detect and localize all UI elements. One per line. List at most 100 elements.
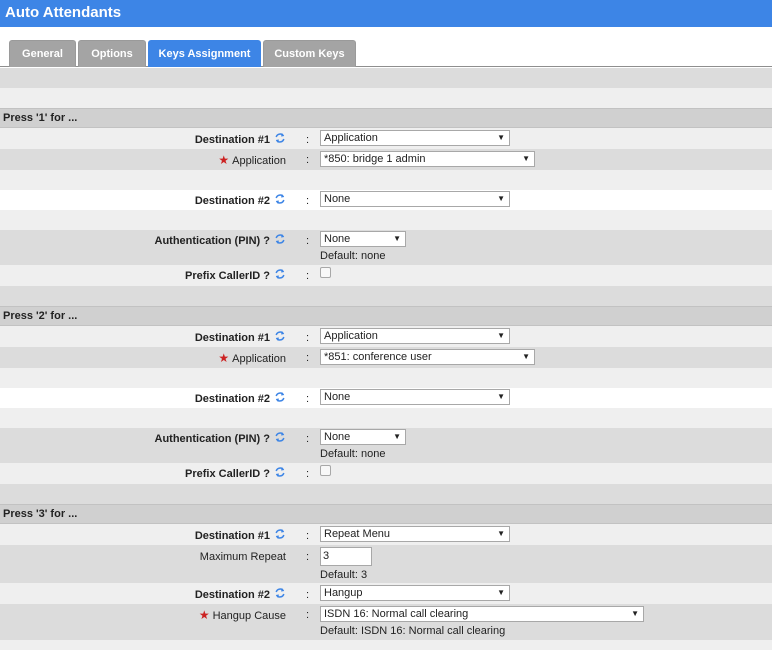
dropdown-arrow-icon: ▼: [497, 194, 505, 203]
destination-2-value: None: [324, 391, 351, 403]
destination-2-label: Destination #2: [195, 586, 286, 604]
prefix-callerid-checkbox[interactable]: [320, 267, 331, 278]
tab-options[interactable]: Options: [78, 40, 146, 67]
destination-1-row: Destination #1 : Repeat Menu ▼: [0, 524, 772, 545]
sync-icon[interactable]: [274, 528, 286, 540]
dropdown-arrow-icon: ▼: [522, 352, 530, 361]
spacer-band: [0, 286, 772, 306]
destination-1-value: Application: [324, 132, 378, 144]
spacer-band: [0, 68, 772, 88]
hangup-cause-select[interactable]: ISDN 16: Normal call clearing ▼: [320, 606, 644, 622]
sync-icon[interactable]: [274, 233, 286, 245]
spacer-band: [0, 88, 772, 108]
application-label: ★ Application: [218, 151, 286, 170]
destination-1-label: Destination #1: [195, 527, 286, 545]
authentication-select[interactable]: None ▼: [320, 429, 406, 445]
destination-1-row: Destination #1 : Application ▼: [0, 128, 772, 149]
colon: :: [306, 530, 310, 542]
application-select[interactable]: *850: bridge 1 admin ▼: [320, 151, 535, 167]
dropdown-arrow-icon: ▼: [393, 432, 401, 441]
colon: :: [306, 332, 310, 344]
hangup-cause-value: ISDN 16: Normal call clearing: [324, 608, 469, 620]
destination-2-label-text: Destination #2: [194, 393, 270, 405]
maximum-repeat-default: Default: 3: [320, 569, 368, 581]
destination-1-label-text: Destination #1: [194, 332, 270, 344]
hangup-cause-label-text: Hangup Cause: [212, 610, 286, 622]
destination-2-select[interactable]: None ▼: [320, 191, 510, 207]
authentication-default: Default: none: [320, 448, 386, 460]
authentication-value: None: [324, 431, 351, 443]
destination-2-row: Destination #2 : None ▼: [0, 190, 772, 210]
destination-2-label: Destination #2: [195, 192, 286, 210]
destination-2-select[interactable]: None ▼: [320, 389, 510, 405]
hangup-cause-default: Default: ISDN 16: Normal call clearing: [320, 625, 506, 637]
spacer-band: [0, 408, 772, 428]
application-row: ★ Application : *851: conference user ▼: [0, 347, 772, 368]
colon: :: [306, 393, 310, 405]
destination-1-label-text: Destination #1: [194, 134, 270, 146]
application-label: ★ Application: [218, 349, 286, 368]
application-select[interactable]: *851: conference user ▼: [320, 349, 535, 365]
prefix-callerid-row: Prefix CallerID ? :: [0, 463, 772, 484]
section-header-key-1: Press '1' for ...: [0, 108, 772, 128]
colon: :: [306, 468, 310, 480]
colon: :: [306, 609, 310, 621]
prefix-callerid-label: Prefix CallerID ?: [185, 465, 286, 483]
spacer-band: [0, 640, 772, 650]
colon: :: [306, 551, 310, 563]
destination-2-row: Destination #2 : Hangup ▼: [0, 583, 772, 604]
authentication-row: Authentication (PIN) ? : None ▼ Default: …: [0, 428, 772, 463]
destination-2-row: Destination #2 : None ▼: [0, 388, 772, 408]
sync-icon[interactable]: [274, 193, 286, 205]
spacer-band: [0, 484, 772, 504]
destination-2-label: Destination #2: [195, 390, 286, 408]
colon: :: [306, 433, 310, 445]
section-header-key-2: Press '2' for ...: [0, 306, 772, 326]
maximum-repeat-label: Maximum Repeat: [199, 551, 286, 563]
authentication-label: Authentication (PIN) ?: [155, 232, 287, 250]
tab-general[interactable]: General: [9, 40, 76, 67]
required-star-icon: ★: [198, 608, 210, 622]
destination-1-label-text: Destination #1: [194, 530, 270, 542]
sync-icon[interactable]: [274, 391, 286, 403]
authentication-select[interactable]: None ▼: [320, 231, 406, 247]
required-star-icon: ★: [218, 153, 230, 167]
dropdown-arrow-icon: ▼: [497, 588, 505, 597]
application-row: ★ Application : *850: bridge 1 admin ▼: [0, 149, 772, 170]
tab-keys-assignment[interactable]: Keys Assignment: [148, 40, 261, 67]
authentication-default: Default: none: [320, 250, 386, 262]
dropdown-arrow-icon: ▼: [497, 331, 505, 340]
maximum-repeat-input[interactable]: 3: [320, 547, 372, 566]
sync-icon[interactable]: [274, 466, 286, 478]
tab-custom-keys[interactable]: Custom Keys: [263, 40, 356, 67]
colon: :: [306, 270, 310, 282]
authentication-label: Authentication (PIN) ?: [155, 430, 287, 448]
destination-1-row: Destination #1 : Application ▼: [0, 326, 772, 347]
colon: :: [306, 235, 310, 247]
destination-1-select[interactable]: Application ▼: [320, 130, 510, 146]
destination-1-select[interactable]: Application ▼: [320, 328, 510, 344]
section-header-key-3: Press '3' for ...: [0, 504, 772, 524]
hangup-cause-label: ★ Hangup Cause: [199, 606, 286, 625]
sync-icon[interactable]: [274, 268, 286, 280]
prefix-callerid-checkbox[interactable]: [320, 465, 331, 476]
colon: :: [306, 134, 310, 146]
application-label-text: Application: [232, 155, 286, 167]
destination-2-select[interactable]: Hangup ▼: [320, 585, 510, 601]
destination-2-label-text: Destination #2: [194, 195, 270, 207]
hangup-cause-row: ★ Hangup Cause : ISDN 16: Normal call cle…: [0, 604, 772, 640]
destination-1-select[interactable]: Repeat Menu ▼: [320, 526, 510, 542]
spacer-band: [0, 210, 772, 230]
sync-icon[interactable]: [274, 587, 286, 599]
dropdown-arrow-icon: ▼: [497, 529, 505, 538]
destination-1-label: Destination #1: [195, 131, 286, 149]
destination-2-value: None: [324, 193, 351, 205]
destination-2-label-text: Destination #2: [194, 589, 270, 601]
destination-1-value: Application: [324, 330, 378, 342]
sync-icon[interactable]: [274, 330, 286, 342]
destination-1-label: Destination #1: [195, 329, 286, 347]
destination-2-value: Hangup: [324, 587, 363, 599]
sync-icon[interactable]: [274, 132, 286, 144]
sync-icon[interactable]: [274, 431, 286, 443]
dropdown-arrow-icon: ▼: [522, 154, 530, 163]
